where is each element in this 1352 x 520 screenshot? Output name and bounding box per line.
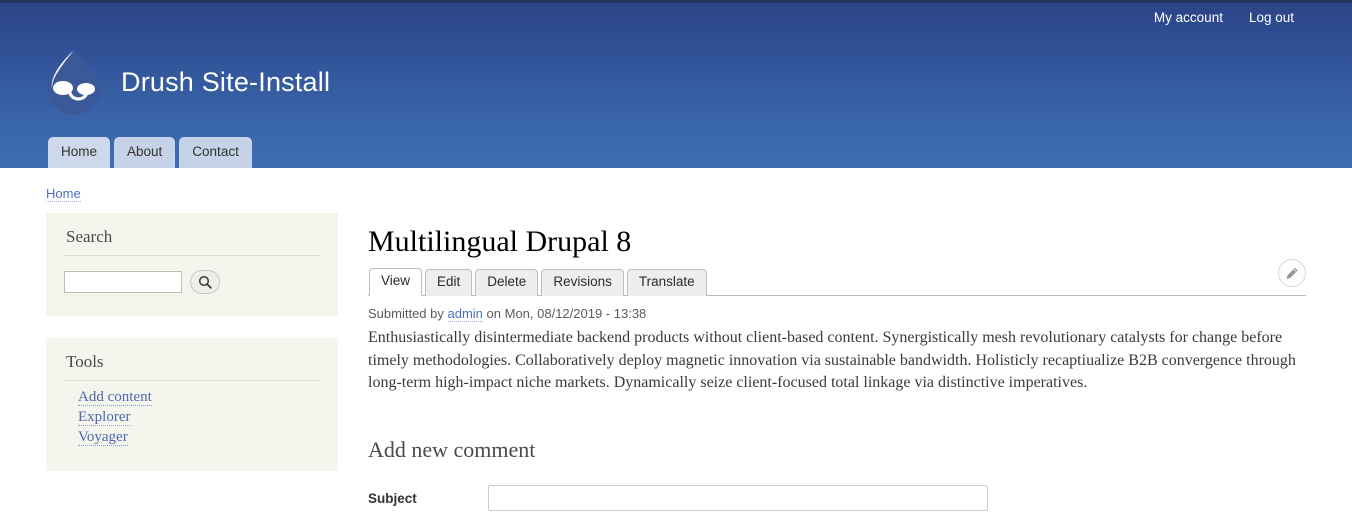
search-input[interactable]: [64, 271, 182, 293]
nav-item-home[interactable]: Home: [48, 136, 111, 168]
tools-link-add-content[interactable]: Add content: [78, 389, 152, 406]
search-block-title: Search: [64, 227, 320, 256]
nav-item-about[interactable]: About: [114, 136, 176, 168]
submitted-date: on Mon, 08/12/2019 - 13:38: [486, 306, 647, 321]
tab-view[interactable]: View: [369, 268, 423, 296]
node-submitted-info: Submitted by admin on Mon, 08/12/2019 - …: [368, 306, 1306, 322]
layout-columns: Search Tools Add content Explorer Voyage…: [0, 201, 1352, 512]
my-account-link[interactable]: My account: [1154, 10, 1223, 25]
drupal-droplet-icon: [48, 50, 100, 115]
header-top-rule: [0, 0, 1352, 3]
site-branding[interactable]: Drush Site-Install: [45, 48, 330, 116]
subject-label: Subject: [368, 491, 417, 507]
tools-block: Tools Add content Explorer Voyager: [46, 338, 338, 471]
sidebar-first: Search Tools Add content Explorer Voyage…: [46, 213, 338, 493]
tab-revisions[interactable]: Revisions: [541, 269, 624, 296]
list-item: Explorer: [78, 409, 320, 426]
subject-input[interactable]: [488, 485, 988, 512]
contextual-links-button[interactable]: [1278, 259, 1306, 287]
node-body-text: Enthusiastically disintermediate backend…: [368, 329, 1296, 392]
tools-link-voyager[interactable]: Voyager: [78, 429, 128, 446]
node-tabs: View Edit Delete Revisions Translate: [368, 259, 1306, 296]
breadcrumb-item-home[interactable]: Home: [46, 186, 81, 202]
tools-link-explorer[interactable]: Explorer: [78, 409, 131, 426]
search-submit-button[interactable]: [190, 270, 220, 294]
tab-translate[interactable]: Translate: [626, 269, 707, 296]
nav-item-contact[interactable]: Contact: [179, 136, 252, 168]
tab-edit[interactable]: Edit: [425, 269, 473, 296]
tools-link-list: Add content Explorer Voyager: [64, 389, 320, 446]
search-form: [64, 264, 320, 294]
site-header: My account Log out Drush Site-Install Ho…: [0, 0, 1352, 168]
main-content: Multilingual Drupal 8 View Edit Delete R…: [368, 213, 1352, 512]
main-navigation: Home About Contact: [48, 136, 252, 168]
search-block: Search: [46, 213, 338, 316]
author-link[interactable]: admin: [447, 306, 483, 322]
site-name: Drush Site-Install: [121, 66, 331, 97]
tab-delete[interactable]: Delete: [475, 269, 539, 296]
list-item: Add content: [78, 389, 320, 406]
pencil-icon: [1286, 267, 1298, 279]
page-title: Multilingual Drupal 8: [368, 225, 632, 258]
add-comment-heading: Add new comment: [368, 437, 536, 463]
tools-block-title: Tools: [64, 352, 320, 381]
breadcrumb: Home: [0, 168, 1352, 202]
page-body: Home Search Tools Add content Explorer V…: [0, 168, 1352, 512]
log-out-link[interactable]: Log out: [1249, 10, 1294, 25]
comment-subject-row: Subject: [368, 485, 1306, 512]
submitted-prefix: Submitted by: [368, 306, 444, 321]
user-account-menu: My account Log out: [1154, 10, 1294, 25]
search-icon: [198, 275, 212, 289]
list-item: Voyager: [78, 429, 320, 446]
